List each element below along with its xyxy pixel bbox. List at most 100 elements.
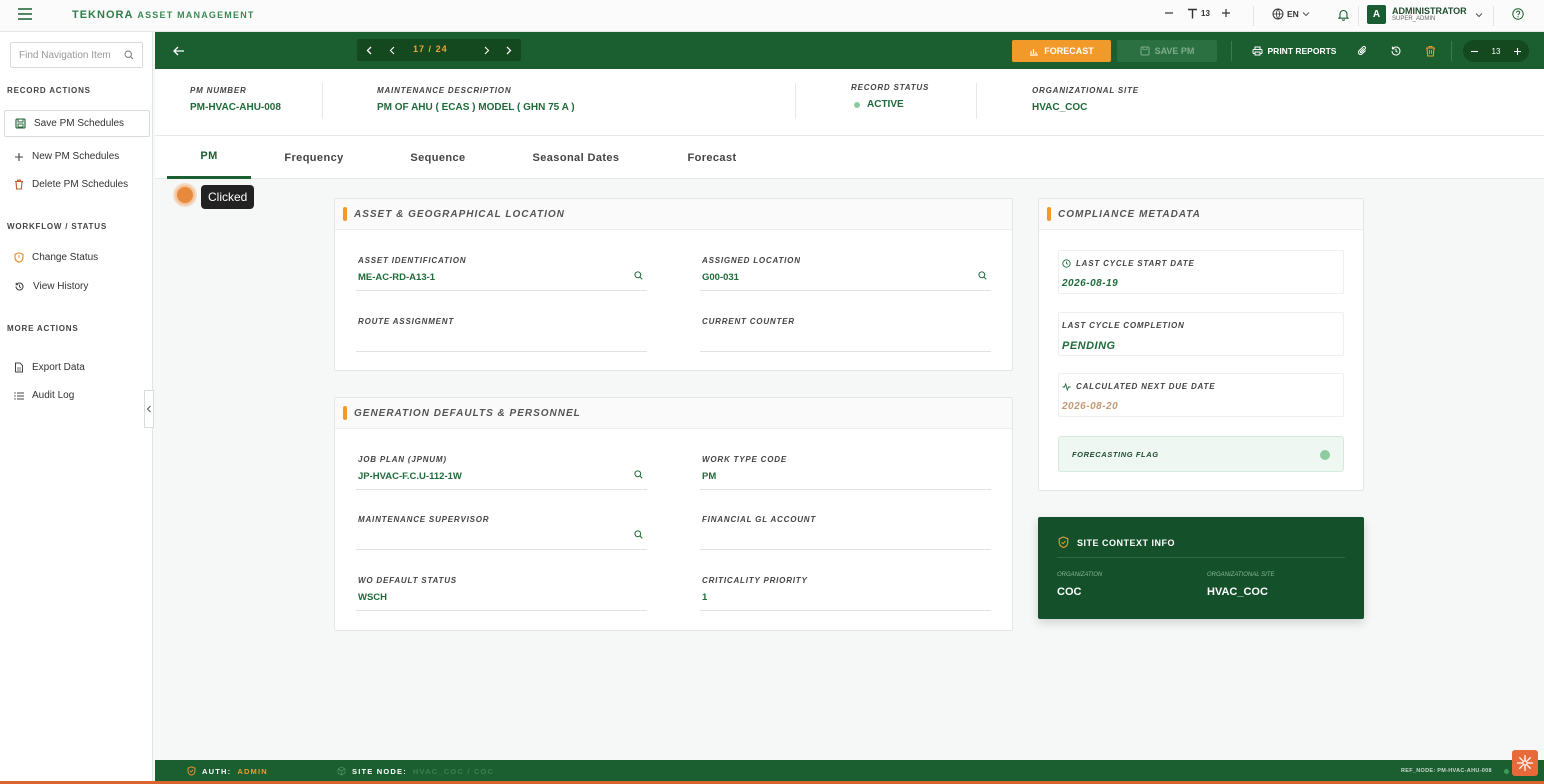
field-label: FINANCIAL GL ACCOUNT — [702, 515, 817, 524]
forecast-button-label: FORECAST — [1044, 46, 1094, 56]
sidebar-item-label: View History — [33, 281, 89, 292]
language-selector[interactable]: EN — [1272, 8, 1310, 20]
plus-icon — [15, 152, 23, 161]
sidebar-item-label: Save PM Schedules — [34, 118, 125, 129]
generation-defaults-card: GENERATION DEFAULTS & PERSONNEL JOB PLAN… — [334, 397, 1013, 631]
maintenance-supervisor-field[interactable]: MAINTENANCE SUPERVISOR — [356, 508, 647, 550]
print-reports-button[interactable]: PRINT REPORTS — [1251, 40, 1337, 62]
user-name: ADMINISTRATOR — [1392, 5, 1467, 16]
last-record-icon[interactable] — [501, 39, 515, 61]
printer-icon — [1252, 46, 1263, 56]
tab-pm[interactable]: PM — [167, 136, 251, 179]
section-more-actions: MORE ACTIONS — [7, 324, 79, 333]
save-pm-button[interactable]: SAVE PM — [1117, 40, 1217, 62]
field-value: 1 — [702, 592, 708, 603]
nav-search-placeholder: Find Navigation Item — [19, 49, 111, 61]
font-size-control: 13 — [1187, 8, 1210, 19]
next-due-date-label: CALCULATED NEXT DUE DATE — [1076, 382, 1216, 391]
tab-seasonal-dates[interactable]: Seasonal Dates — [516, 136, 636, 179]
wo-default-status-field[interactable]: WO DEFAULT STATUS WSCH — [356, 569, 647, 611]
sidebar-item-save-pm[interactable]: Save PM Schedules — [4, 110, 150, 137]
last-cycle-completion-field: LAST CYCLE COMPLETION PENDING — [1058, 312, 1344, 356]
last-cycle-completion-label: LAST CYCLE COMPLETION — [1062, 321, 1185, 330]
nav-search-input[interactable]: Find Navigation Item — [10, 42, 143, 68]
assigned-location-field[interactable]: ASSIGNED LOCATION G00-031 — [700, 249, 991, 291]
sidebar-collapse-button[interactable] — [144, 390, 154, 428]
notifications-icon[interactable] — [1337, 8, 1350, 21]
sidebar-item-audit-log[interactable]: Audit Log — [4, 382, 150, 409]
globe-icon — [1272, 8, 1284, 20]
zoom-out-icon[interactable] — [1470, 47, 1479, 56]
work-type-field[interactable]: WORK TYPE CODE PM — [700, 448, 991, 490]
field-label: WO DEFAULT STATUS — [358, 576, 457, 585]
accent-bar — [1047, 207, 1051, 221]
click-indicator — [175, 185, 195, 205]
status-footer: AUTH: ADMIN SITE NODE: HVAC_COC / COC RE… — [155, 760, 1544, 781]
page-current: 17 — [413, 44, 426, 54]
sidebar: Find Navigation Item RECORD ACTIONS Save… — [0, 32, 154, 784]
user-menu[interactable]: A ADMINISTRATOR SUPER_ADMIN — [1367, 5, 1483, 24]
sidebar-item-label: Audit Log — [32, 390, 75, 401]
history-icon[interactable] — [1388, 40, 1404, 62]
sidebar-item-label: Delete PM Schedules — [32, 179, 129, 190]
next-record-icon[interactable] — [479, 39, 493, 61]
font-increase-icon[interactable] — [1221, 8, 1231, 18]
record-status-label: RECORD STATUS — [851, 83, 930, 92]
field-value: PM — [702, 471, 717, 482]
search-icon[interactable] — [978, 271, 987, 280]
previous-record-icon[interactable] — [385, 39, 399, 61]
first-record-icon[interactable] — [362, 39, 376, 61]
text-size-icon — [1188, 8, 1197, 19]
search-icon[interactable] — [634, 530, 643, 539]
search-icon[interactable] — [634, 470, 643, 479]
search-icon[interactable] — [634, 271, 643, 280]
sidebar-item-view-history[interactable]: View History — [4, 273, 150, 300]
forecasting-flag-toggle[interactable]: FORECASTING FLAG — [1058, 436, 1344, 472]
tab-sequence[interactable]: Sequence — [393, 136, 483, 179]
sidebar-item-delete-pm[interactable]: Delete PM Schedules — [4, 171, 150, 198]
financial-gl-field[interactable]: FINANCIAL GL ACCOUNT — [700, 508, 991, 550]
field-label: LAST CYCLE START DATE — [1062, 259, 1195, 268]
card-header: COMPLIANCE METADATA — [1039, 199, 1363, 230]
record-pager: 17 / 24 — [357, 39, 521, 61]
tab-frequency[interactable]: Frequency — [267, 136, 361, 179]
font-decrease-icon[interactable] — [1164, 8, 1174, 18]
delete-icon[interactable] — [1422, 40, 1438, 62]
pm-number-field: PM NUMBER PM-HVAC-AHU-008 — [190, 86, 281, 113]
asset-identification-field[interactable]: ASSET IDENTIFICATION ME-AC-RD-A13-1 — [356, 249, 647, 291]
chevron-down-icon — [1475, 12, 1483, 17]
save-pm-button-label: SAVE PM — [1154, 46, 1195, 56]
site-value: HVAC_COC — [1032, 102, 1088, 113]
field-label: CRITICALITY PRIORITY — [702, 576, 808, 585]
sidebar-item-new-pm[interactable]: New PM Schedules — [4, 143, 150, 170]
back-arrow-icon[interactable] — [171, 40, 187, 62]
brand-logo[interactable]: TEKNORA ASSET MANAGEMENT — [72, 9, 255, 21]
menu-icon[interactable] — [18, 8, 32, 20]
tab-forecast[interactable]: Forecast — [673, 136, 751, 179]
auth-indicator: AUTH: ADMIN — [187, 766, 268, 776]
brand-sub: ASSET MANAGEMENT — [137, 10, 255, 20]
site-context-title: SITE CONTEXT INFO — [1077, 538, 1176, 548]
divider — [976, 83, 977, 119]
forecast-button[interactable]: FORECAST — [1012, 40, 1111, 62]
route-assignment-field[interactable]: ROUTE ASSIGNMENT — [356, 310, 647, 352]
sidebar-item-export[interactable]: Export Data — [4, 354, 150, 381]
status-badge: ACTIVE — [854, 99, 929, 110]
trash-icon — [15, 179, 23, 190]
file-icon — [15, 362, 23, 373]
field-label: CALCULATED NEXT DUE DATE — [1062, 382, 1215, 391]
save-icon — [1140, 46, 1150, 56]
assistant-fab-button[interactable] — [1512, 750, 1538, 776]
status-dot-icon — [854, 101, 860, 108]
attachment-icon[interactable] — [1354, 40, 1370, 62]
divider — [795, 83, 796, 119]
help-icon[interactable] — [1512, 8, 1524, 20]
current-counter-field[interactable]: CURRENT COUNTER — [700, 310, 991, 352]
zoom-in-icon[interactable] — [1513, 47, 1522, 56]
job-plan-field[interactable]: JOB PLAN (JPNUM) JP-HVAC-F.C.U-112-1W — [356, 448, 647, 490]
description-label: MAINTENANCE DESCRIPTION — [377, 86, 512, 95]
criticality-priority-field[interactable]: CRITICALITY PRIORITY 1 — [700, 569, 991, 611]
divider — [1057, 557, 1345, 558]
sidebar-item-change-status[interactable]: Change Status — [4, 244, 150, 271]
site-context-card: SITE CONTEXT INFO ORGANIZATION COC ORGAN… — [1038, 517, 1364, 619]
